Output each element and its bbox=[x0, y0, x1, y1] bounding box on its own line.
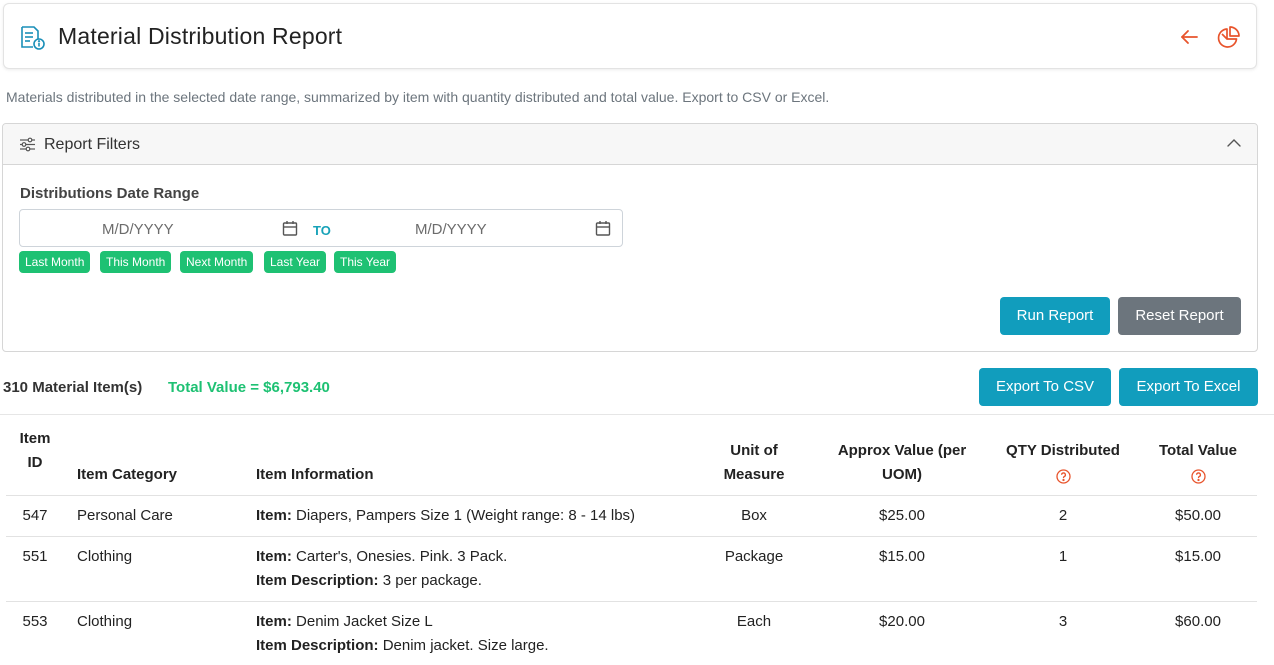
page-description: Materials distributed in the selected da… bbox=[6, 89, 830, 105]
item-prefix: Item: bbox=[256, 613, 292, 630]
item-description-prefix: Item Description: bbox=[256, 572, 379, 589]
col-header-value-line1: Approx Value (per bbox=[837, 442, 967, 459]
item-description: Denim jacket. Size large. bbox=[382, 637, 549, 654]
table-row: 553 Clothing Item: Denim Jacket Size L I… bbox=[6, 602, 1257, 665]
cell-item-information: Item: Denim Jacket Size L Item Descripti… bbox=[256, 610, 549, 658]
cell-item-information: Item: Carter's, Onesies. Pink. 3 Pack. I… bbox=[256, 545, 507, 593]
item-description: 3 per package. bbox=[382, 572, 482, 589]
item-count: 310 Material Item(s) bbox=[3, 379, 143, 396]
col-header-item-id[interactable]: Item ID bbox=[6, 427, 64, 475]
run-report-button[interactable]: Run Report bbox=[1000, 297, 1110, 335]
col-header-approx-value[interactable]: Approx Value (per UOM) bbox=[822, 439, 982, 487]
export-csv-button[interactable]: Export To CSV bbox=[979, 368, 1111, 406]
date-range-label: Distributions Date Range bbox=[20, 185, 200, 202]
cell-item-id: 553 bbox=[22, 613, 48, 630]
item-name: Carter's, Onesies. Pink. 3 Pack. bbox=[296, 548, 508, 565]
col-header-uom-line2: Measure bbox=[723, 466, 785, 483]
cell-item-id: 547 bbox=[22, 507, 48, 524]
col-header-item-category[interactable]: Item Category bbox=[77, 463, 177, 487]
item-description-prefix: Item Description: bbox=[256, 637, 379, 654]
calendar-icon[interactable] bbox=[595, 220, 611, 237]
table-header-row: Item ID Item Category Item Information U… bbox=[6, 428, 1257, 496]
col-header-item-id-line1: Item bbox=[19, 430, 51, 447]
report-filters-panel: Report Filters Distributions Date Range … bbox=[2, 123, 1258, 352]
col-header-qty-distributed[interactable]: QTY Distributed bbox=[993, 439, 1133, 487]
col-header-total-label: Total Value bbox=[1158, 442, 1238, 459]
col-header-qty-label: QTY Distributed bbox=[1006, 442, 1120, 459]
help-circle-icon[interactable] bbox=[1055, 468, 1071, 484]
total-value: Total Value = $6,793.40 bbox=[168, 379, 330, 396]
item-prefix: Item: bbox=[256, 548, 292, 565]
cell-uom: Box bbox=[741, 507, 767, 524]
divider bbox=[0, 414, 1274, 415]
quick-range-this-month[interactable]: This Month bbox=[100, 251, 172, 273]
cell-approx-value: $20.00 bbox=[879, 613, 925, 630]
cell-qty: 2 bbox=[1058, 507, 1068, 524]
col-header-item-information[interactable]: Item Information bbox=[256, 463, 374, 487]
cell-total-value: $15.00 bbox=[1175, 548, 1221, 565]
sliders-icon bbox=[19, 137, 36, 152]
cell-item-id: 551 bbox=[22, 548, 48, 565]
col-header-item-id-line2: ID bbox=[27, 454, 43, 471]
pie-chart-icon[interactable] bbox=[1217, 25, 1241, 49]
cell-item-information: Item: Diapers, Pampers Size 1 (Weight ra… bbox=[256, 504, 635, 528]
cell-item-category: Clothing bbox=[77, 548, 133, 565]
export-excel-button[interactable]: Export To Excel bbox=[1119, 368, 1258, 406]
cell-uom: Each bbox=[736, 613, 772, 630]
item-name: Diapers, Pampers Size 1 (Weight range: 8… bbox=[296, 507, 636, 524]
quick-range-next-month[interactable]: Next Month bbox=[180, 251, 254, 273]
from-date-input[interactable] bbox=[102, 218, 262, 240]
report-table: Item ID Item Category Item Information U… bbox=[6, 428, 1257, 665]
col-header-value-line2: UOM) bbox=[882, 466, 922, 483]
report-filters-title: Report Filters bbox=[44, 136, 141, 153]
cell-total-value: $60.00 bbox=[1175, 613, 1221, 630]
item-name: Denim Jacket Size L bbox=[296, 613, 433, 630]
item-prefix: Item: bbox=[256, 507, 292, 524]
date-range-picker: TO bbox=[19, 209, 623, 247]
cell-item-category: Clothing bbox=[77, 613, 133, 630]
help-circle-icon[interactable] bbox=[1190, 468, 1206, 484]
cell-uom: Package bbox=[724, 548, 784, 565]
cell-qty: 3 bbox=[1058, 613, 1068, 630]
calendar-icon[interactable] bbox=[282, 220, 298, 237]
chevron-up-icon[interactable] bbox=[1225, 136, 1243, 150]
col-header-total-value[interactable]: Total Value bbox=[1143, 439, 1253, 487]
col-header-uom-line1: Unit of bbox=[730, 442, 778, 459]
quick-range-last-year[interactable]: Last Year bbox=[264, 251, 327, 273]
report-filters-header[interactable]: Report Filters bbox=[3, 124, 1257, 165]
to-date-input[interactable] bbox=[415, 218, 575, 240]
cell-qty: 1 bbox=[1058, 548, 1068, 565]
reset-report-button[interactable]: Reset Report bbox=[1118, 297, 1241, 335]
cell-approx-value: $25.00 bbox=[879, 507, 925, 524]
page-header: Material Distribution Report bbox=[3, 3, 1257, 69]
table-row: 551 Clothing Item: Carter's, Onesies. Pi… bbox=[6, 537, 1257, 602]
cell-total-value: $50.00 bbox=[1175, 507, 1221, 524]
to-separator: TO bbox=[313, 223, 331, 238]
report-icon bbox=[19, 25, 47, 51]
page-title: Material Distribution Report bbox=[58, 23, 343, 49]
cell-approx-value: $15.00 bbox=[879, 548, 925, 565]
cell-item-category: Personal Care bbox=[77, 507, 173, 524]
quick-range-last-month[interactable]: Last Month bbox=[19, 251, 91, 273]
table-row: 547 Personal Care Item: Diapers, Pampers… bbox=[6, 496, 1257, 537]
quick-range-this-year[interactable]: This Year bbox=[334, 251, 397, 273]
back-arrow-icon[interactable] bbox=[1178, 26, 1200, 48]
col-header-unit-of-measure[interactable]: Unit of Measure bbox=[699, 439, 809, 487]
